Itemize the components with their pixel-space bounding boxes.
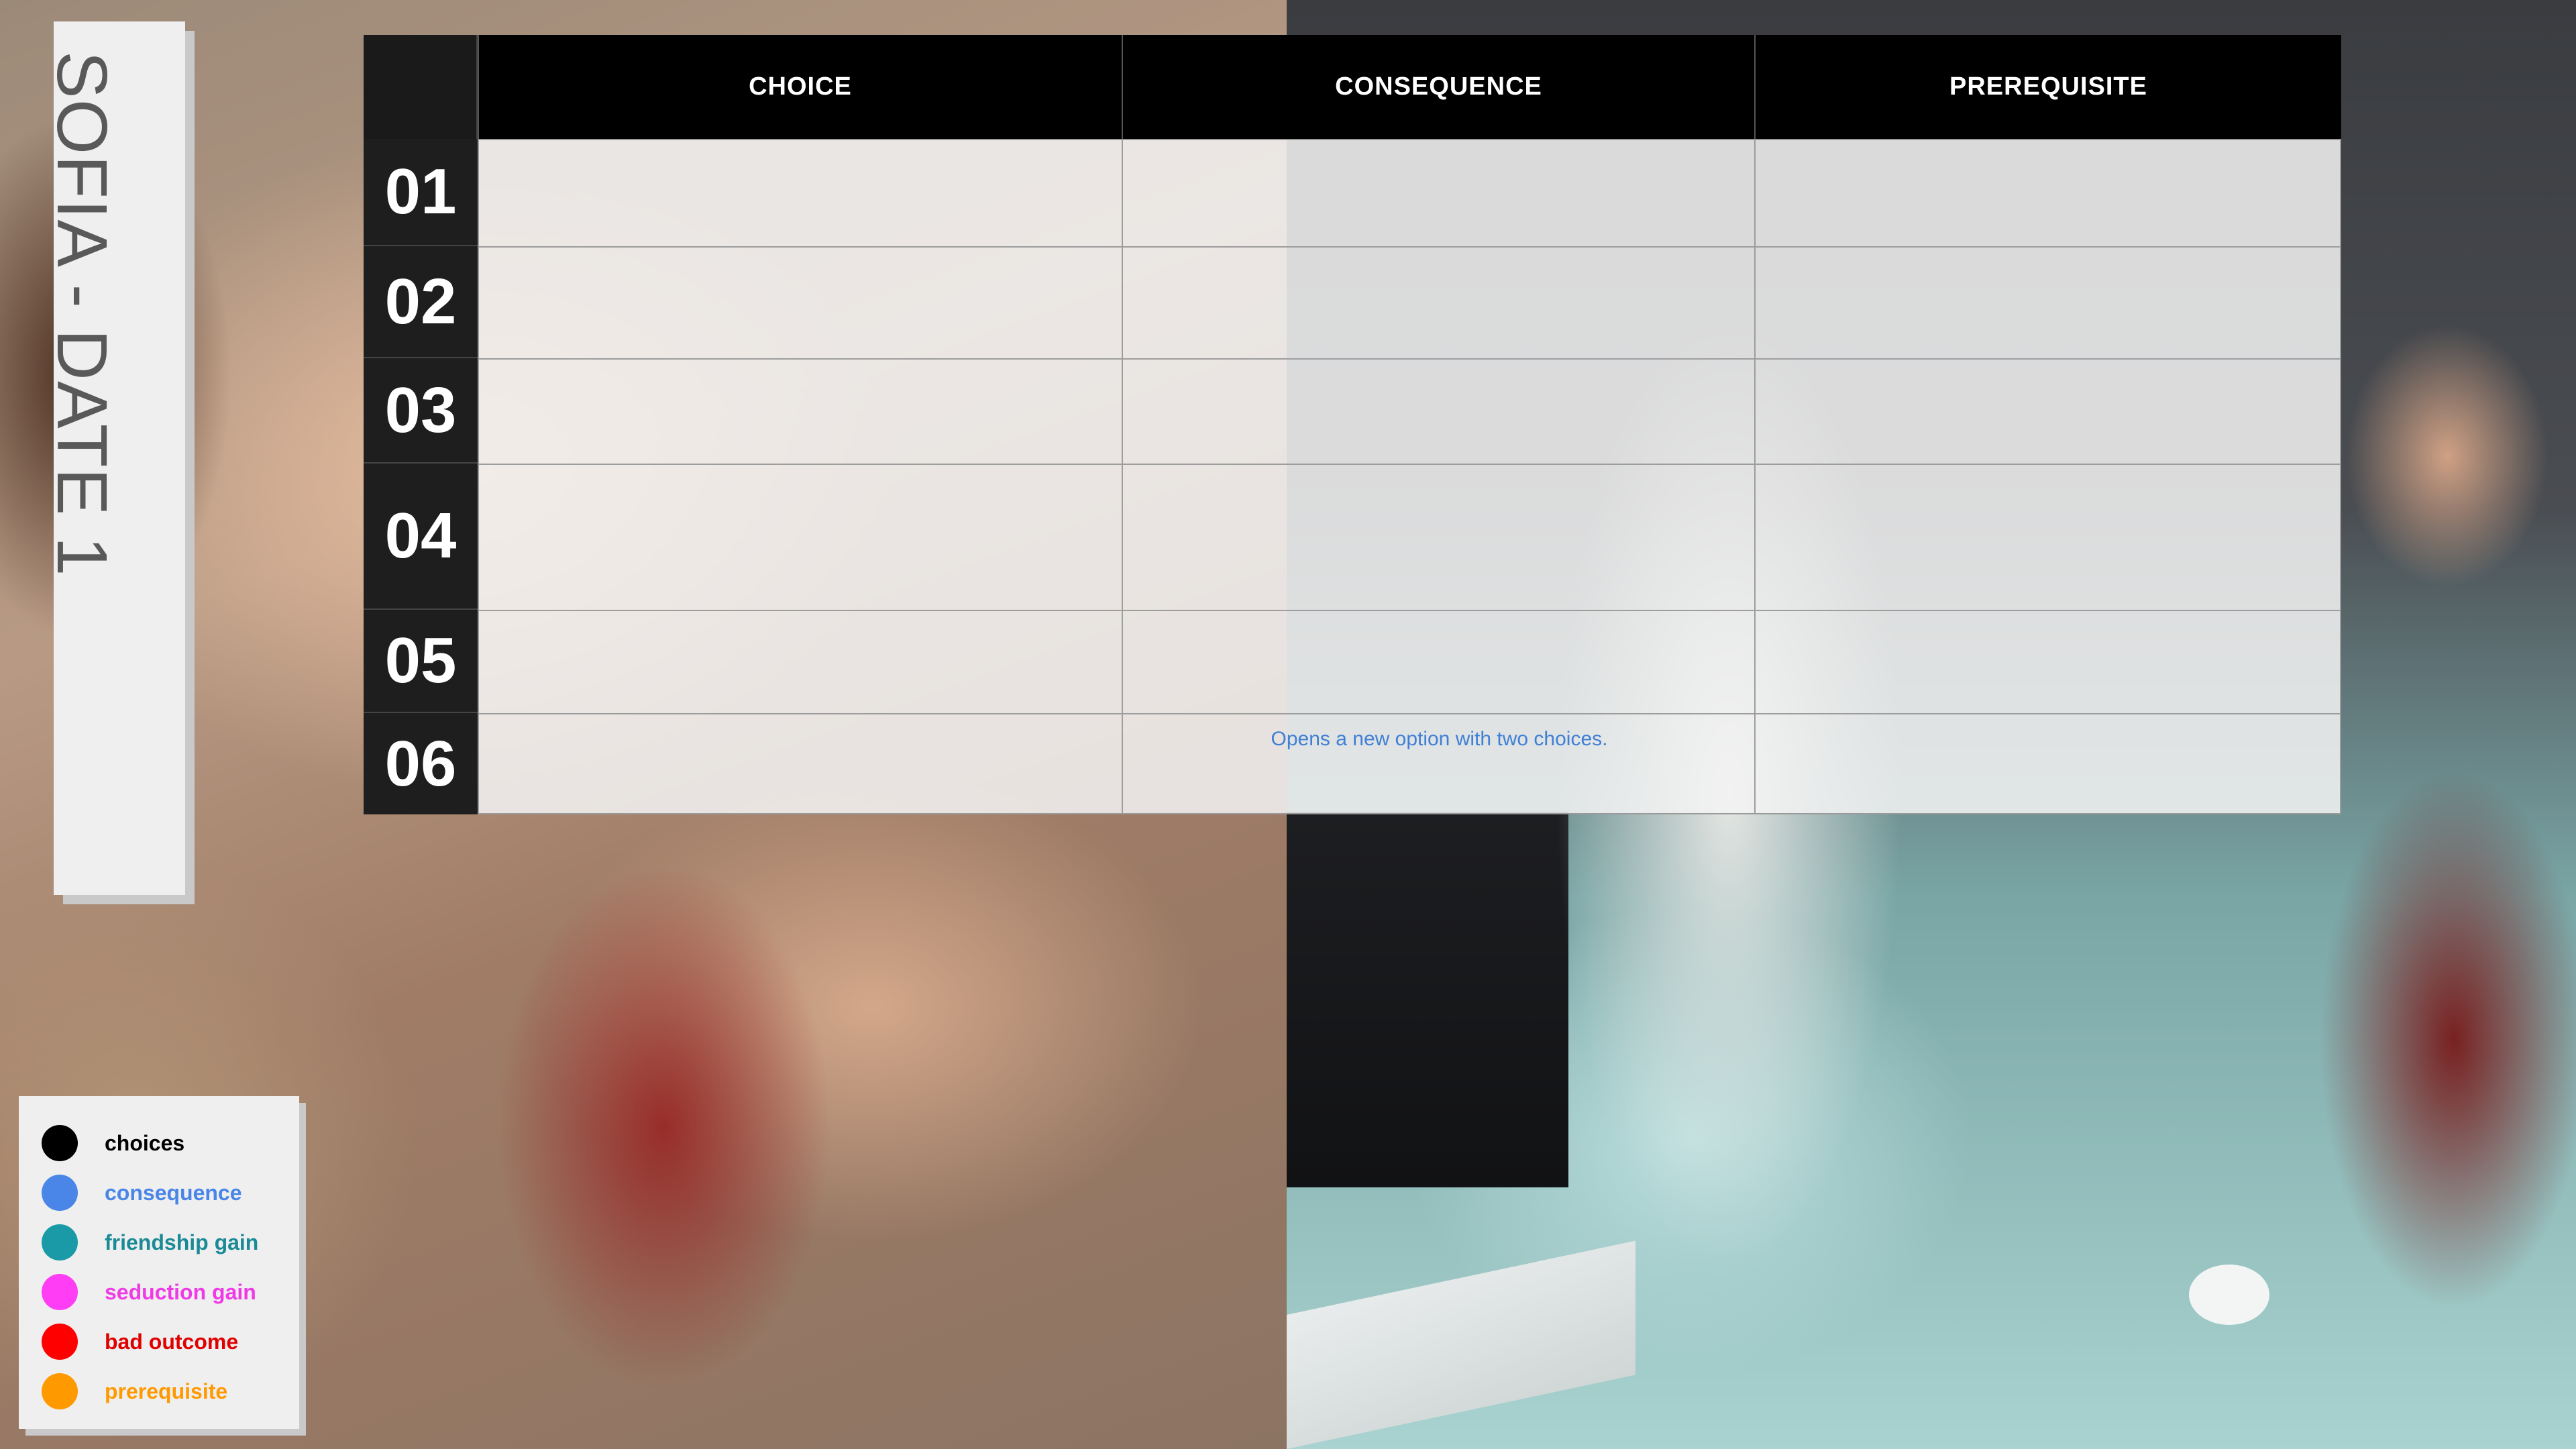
row-number: 05 bbox=[364, 610, 478, 713]
background-red-top-shape bbox=[429, 805, 899, 1449]
column-header-choice: CHOICE bbox=[478, 35, 1122, 139]
row-divider bbox=[479, 713, 2340, 714]
row-divider bbox=[479, 464, 2340, 465]
column-header-consequence: CONSEQUENCE bbox=[1122, 35, 1754, 139]
legend-dot bbox=[42, 1373, 78, 1409]
legend-label: seduction gain bbox=[105, 1279, 256, 1304]
legend-dot bbox=[42, 1175, 78, 1211]
legend-label: consequence bbox=[105, 1180, 242, 1205]
legend-item: bad outcome bbox=[42, 1323, 238, 1360]
table-header-row: CHOICE CONSEQUENCE PREREQUISITE bbox=[364, 35, 2341, 139]
column-divider bbox=[1754, 140, 1756, 813]
legend-item: choices bbox=[42, 1124, 184, 1162]
column-header-prerequisite: PREREQUISITE bbox=[1754, 35, 2341, 139]
legend-item: friendship gain bbox=[42, 1224, 258, 1261]
legend-panel: choices consequence friendship gain sedu… bbox=[19, 1096, 299, 1429]
legend-dot bbox=[42, 1274, 78, 1310]
legend-item: consequence bbox=[42, 1174, 242, 1212]
legend-label: bad outcome bbox=[105, 1329, 239, 1354]
legend-item: seduction gain bbox=[42, 1273, 256, 1311]
page-title: SOFIA - DATE 1 bbox=[42, 51, 121, 577]
choices-table: CHOICE CONSEQUENCE PREREQUISITE 01 02 03… bbox=[364, 35, 2341, 814]
table-body: Opens a new option with two choices. bbox=[478, 139, 2341, 814]
row-number: 03 bbox=[364, 358, 478, 464]
legend-dot bbox=[42, 1125, 78, 1161]
legend-label: prerequisite bbox=[105, 1379, 228, 1403]
legend-label: friendship gain bbox=[105, 1230, 259, 1254]
table-header-corner bbox=[364, 35, 478, 139]
row-number: 02 bbox=[364, 246, 478, 358]
row-divider bbox=[479, 246, 2340, 248]
column-divider bbox=[1122, 140, 1123, 813]
row-number: 04 bbox=[364, 464, 478, 610]
row-number: 06 bbox=[384, 727, 457, 800]
legend-dot bbox=[42, 1224, 78, 1260]
row-divider bbox=[479, 358, 2340, 360]
table-cell-consequence: Opens a new option with two choices. bbox=[1271, 728, 1608, 750]
legend-dot bbox=[42, 1324, 78, 1360]
row-number-column: 01 02 03 04 05 06 bbox=[364, 139, 478, 814]
legend-item: prerequisite bbox=[42, 1373, 227, 1410]
title-card: SOFIA - DATE 1 bbox=[42, 21, 185, 895]
row-divider bbox=[479, 610, 2340, 611]
background-mouse-shape bbox=[2189, 1265, 2269, 1325]
row-number: 01 bbox=[364, 139, 478, 246]
legend-label: choices bbox=[105, 1130, 185, 1155]
